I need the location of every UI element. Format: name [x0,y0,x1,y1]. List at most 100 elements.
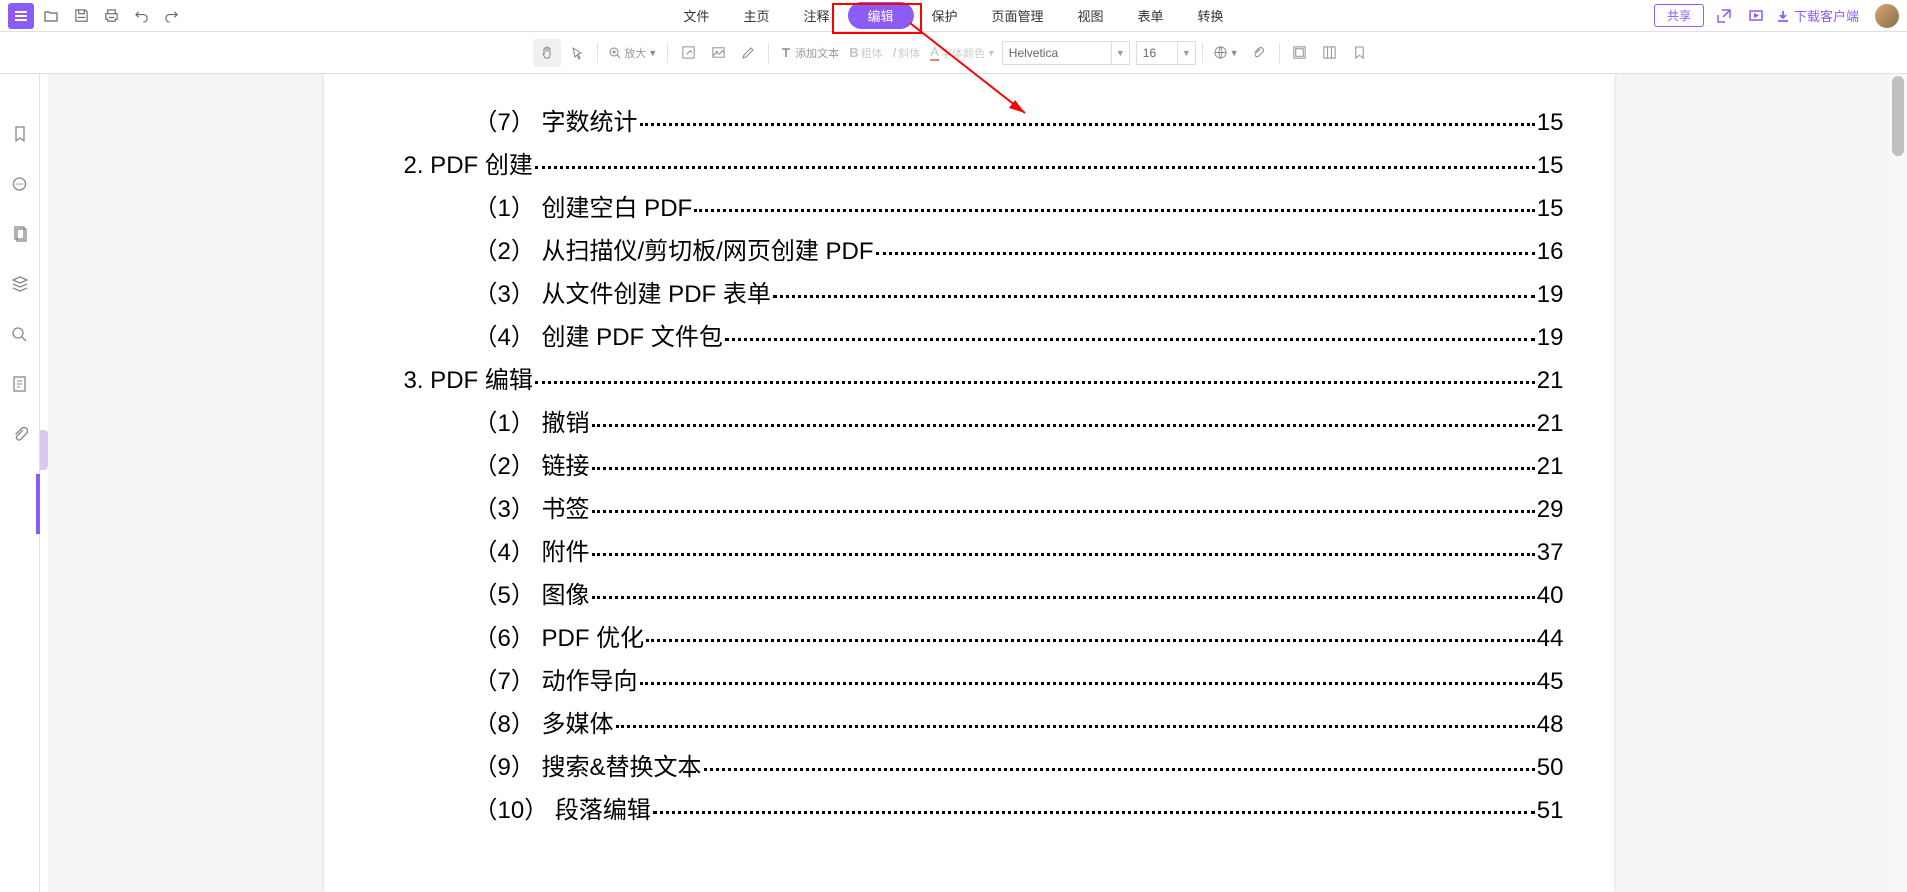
toc-entry[interactable]: （5） 图像40 [374,575,1564,610]
toc-entry[interactable]: （2） 从扫描仪/剪切板/网页创建 PDF16 [374,231,1564,266]
toc-leader-dots [640,679,1535,685]
layout-tool-2[interactable] [1316,39,1344,67]
quick-access [8,3,184,29]
toc-title: （8） 多媒体 [474,704,614,739]
form-panel-icon[interactable] [10,374,30,394]
present-icon[interactable] [1744,4,1768,28]
menu-toggle-button[interactable] [8,3,34,29]
open-file-button[interactable] [38,3,64,29]
bold-button[interactable]: B 粗体 [845,39,886,67]
font-family-input[interactable] [1002,41,1112,65]
layers-panel-icon[interactable] [10,274,30,294]
toc-page-number: 19 [1537,324,1564,352]
bookmark-tool[interactable] [1346,39,1374,67]
toc-page-number: 50 [1537,754,1564,782]
undo-button[interactable] [128,3,154,29]
comment-panel-icon[interactable] [10,174,30,194]
user-avatar[interactable] [1875,4,1899,28]
zoom-label: 放大 [624,45,646,61]
separator [1279,43,1280,63]
redo-button[interactable] [158,3,184,29]
font-dropdown-icon[interactable]: ▼ [1112,41,1130,65]
toc-entry[interactable]: 2. PDF 创建15 [374,145,1564,180]
toc-title: （1） 创建空白 PDF [474,188,693,223]
sidebar-active-marker [36,474,40,534]
size-dropdown-icon[interactable]: ▼ [1178,41,1196,65]
save-button[interactable] [68,3,94,29]
toc-entry[interactable]: （6） PDF 优化 44 [374,618,1564,653]
italic-button[interactable]: I 斜体 [889,39,925,67]
export-icon[interactable] [1712,4,1736,28]
toc-title: （1） 撤销 [474,403,590,438]
toc-entry[interactable]: （8） 多媒体48 [374,704,1564,739]
font-family-select[interactable]: ▼ [1002,41,1130,65]
link-tool[interactable]: ▼ [1209,39,1243,67]
menu-item-2[interactable]: 注释 [787,2,845,29]
toc-entry[interactable]: （3） 从文件创建 PDF 表单19 [374,274,1564,309]
font-size-input[interactable] [1136,41,1178,65]
add-text-label: 添加文本 [795,45,839,61]
scroll-thumb[interactable] [1892,76,1904,156]
toc-page-number: 21 [1537,367,1564,395]
toc-entry[interactable]: （7） 字数统计15 [374,102,1564,137]
toc-title: （4） 创建 PDF 文件包 [474,317,723,352]
toc-entry[interactable]: （7） 动作导向45 [374,661,1564,696]
zoom-tool[interactable]: 放大 ▼ [604,39,661,67]
toc-page-number: 40 [1537,582,1564,610]
toc-entry[interactable]: （1） 创建空白 PDF 15 [374,188,1564,223]
sidebar-collapse-handle[interactable] [40,430,48,470]
font-color-button[interactable]: A 字体颜色 ▼ [926,39,1000,67]
menu-item-8[interactable]: 转换 [1182,2,1240,29]
menu-item-1[interactable]: 主页 [727,2,785,29]
toc-title: （6） PDF 优化 [474,618,645,653]
search-panel-icon[interactable] [10,324,30,344]
toc-title: （2） 链接 [474,446,590,481]
share-button[interactable]: 共享 [1654,4,1704,27]
add-text-tool[interactable]: 添加文本 [775,39,843,67]
layout-tool-1[interactable] [1286,39,1314,67]
edit-box-tool[interactable] [674,39,702,67]
toc-leader-dots [592,550,1535,556]
download-client-button[interactable]: 下载客户端 [1776,6,1859,25]
pdf-page[interactable]: （7） 字数统计152. PDF 创建15（1） 创建空白 PDF15（2） 从… [324,74,1614,892]
menu-item-6[interactable]: 视图 [1062,2,1120,29]
select-tool[interactable] [563,39,591,67]
toc-entry[interactable]: （4） 创建 PDF 文件包 19 [374,317,1564,352]
toc-entry[interactable]: （3） 书签29 [374,489,1564,524]
vertical-scrollbar[interactable] [1889,74,1907,892]
toc-title: 3. PDF 编辑 [404,360,533,395]
bookmark-panel-icon[interactable] [10,124,30,144]
toc-entry[interactable]: （2） 链接21 [374,446,1564,481]
menu-item-7[interactable]: 表单 [1122,2,1180,29]
menu-item-5[interactable]: 页面管理 [976,2,1060,29]
top-right-actions: 共享 下载客户端 [1654,4,1899,28]
toc-entry[interactable]: 3. PDF 编辑 21 [374,360,1564,395]
pencil-tool[interactable] [734,39,762,67]
toc-entry[interactable]: （1） 撤销21 [374,403,1564,438]
toc-leader-dots [592,507,1535,513]
toc-leader-dots [616,722,1535,728]
pages-panel-icon[interactable] [10,224,30,244]
font-color-label: 字体颜色 [941,45,985,61]
toc-page-number: 15 [1537,109,1564,137]
toc-page-number: 15 [1537,195,1564,223]
menu-item-0[interactable]: 文件 [667,2,725,29]
image-tool[interactable] [704,39,732,67]
toc-page-number: 45 [1537,668,1564,696]
menu-item-4[interactable]: 保护 [915,2,973,29]
toc-entry[interactable]: （10） 段落编辑51 [374,790,1564,825]
toc-title: 2. PDF 创建 [404,145,533,180]
download-label: 下载客户端 [1794,6,1859,25]
pan-tool[interactable] [533,39,561,67]
print-button[interactable] [98,3,124,29]
menu-item-3[interactable]: 编辑 [847,2,913,29]
toc-entry[interactable]: （9） 搜索&替换文本50 [374,747,1564,782]
font-size-select[interactable]: ▼ [1136,41,1196,65]
toc-page-number: 19 [1537,281,1564,309]
separator [768,43,769,63]
attachment-panel-icon[interactable] [10,424,30,444]
attachment-tool[interactable] [1245,39,1273,67]
separator [1202,43,1203,63]
toc-page-number: 44 [1537,625,1564,653]
toc-entry[interactable]: （4） 附件37 [374,532,1564,567]
